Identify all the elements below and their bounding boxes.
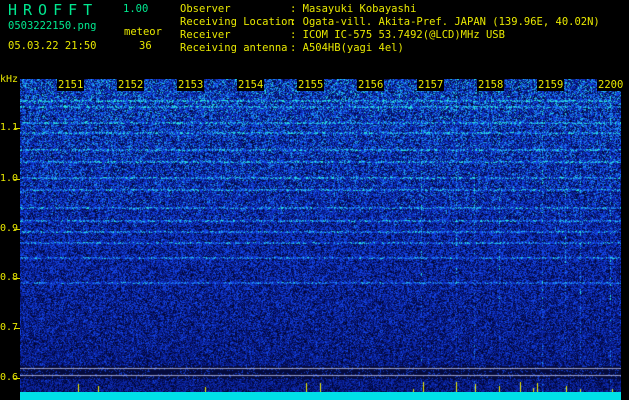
x-tick-label: 2155 (297, 79, 325, 91)
observer-label: Observer (180, 3, 231, 15)
receiver-value: : ICOM IC-575 53.7492(@LCD)MHz USB (290, 29, 505, 41)
x-tick-label: 2200 (597, 79, 625, 91)
y-tick (14, 128, 20, 129)
meteor-count: 36 (139, 40, 152, 52)
baseline-strip (20, 392, 621, 400)
y-tick (14, 378, 20, 379)
x-tick-label: 2158 (477, 79, 505, 91)
x-tick-label: 2157 (417, 79, 445, 91)
x-tick-label: 2153 (177, 79, 205, 91)
x-tick-label: 2152 (117, 79, 145, 91)
y-tick (14, 278, 20, 279)
y-tick (14, 179, 20, 180)
antenna-value: : A504HB(yagi 4el) (290, 42, 404, 54)
spectrogram (20, 79, 621, 393)
observer-value: : Masayuki Kobayashi (290, 3, 417, 15)
frequency-axis: kHz 1.1 1.0 0.9 0.8 0.7 0.6 (0, 73, 20, 400)
y-tick (14, 229, 20, 230)
receiver-label: Receiver (180, 29, 231, 41)
detection-mode: meteor (124, 26, 162, 38)
x-tick-label: 2159 (537, 79, 565, 91)
location-value: : Ogata-vill. Akita-Pref. JAPAN (139.96E… (290, 16, 600, 28)
x-tick-label: 2151 (57, 79, 85, 91)
file-name: 0503222150.png (8, 20, 97, 32)
timestamp: 05.03.22 21:50 (8, 40, 97, 52)
x-tick-label: 2154 (237, 79, 265, 91)
app-version: 1.00 (123, 3, 149, 15)
x-tick-label: 2156 (357, 79, 385, 91)
location-label: Receiving Location (180, 16, 294, 28)
right-margin (621, 79, 629, 400)
app-title: HROFFT (8, 1, 99, 19)
frequency-unit: kHz (0, 74, 19, 85)
antenna-label: Receiving antenna (180, 42, 288, 54)
y-tick (14, 328, 20, 329)
